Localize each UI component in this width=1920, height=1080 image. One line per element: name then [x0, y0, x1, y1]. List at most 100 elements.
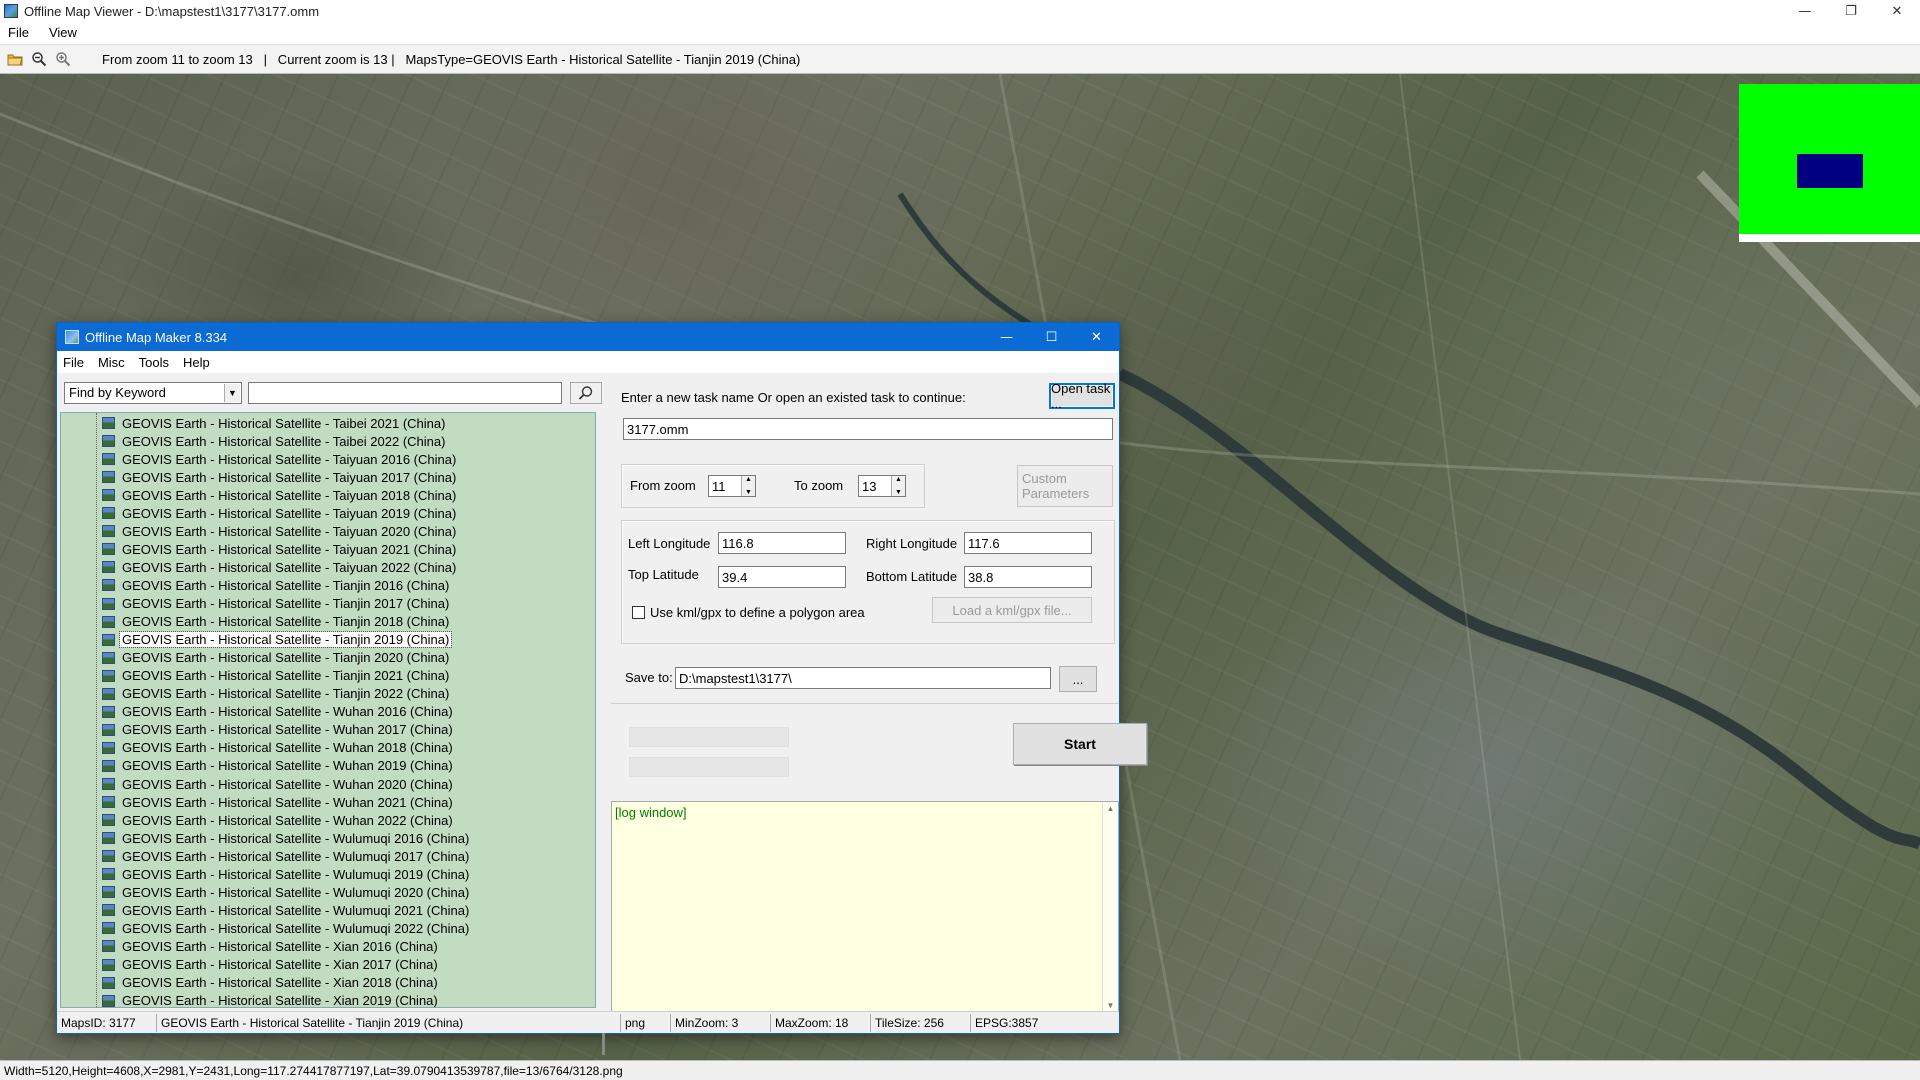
satellite-map-icon [102, 723, 115, 736]
satellite-map-icon [102, 832, 115, 845]
menu-view[interactable]: View [49, 25, 77, 40]
divider [611, 703, 1119, 704]
top-latitude-field[interactable]: 39.4 [718, 566, 846, 588]
tree-item[interactable]: GEOVIS Earth - Historical Satellite - Ta… [102, 486, 458, 504]
custom-parameters-button[interactable]: Custom Parameters [1017, 465, 1113, 507]
tree-item-label: GEOVIS Earth - Historical Satellite - Wu… [122, 902, 470, 918]
dialog-menu-help[interactable]: Help [183, 355, 210, 370]
tree-item[interactable]: GEOVIS Earth - Historical Satellite - Ti… [102, 595, 451, 613]
satellite-map-icon [102, 850, 115, 863]
viewer-toolbar: From zoom 11 to zoom 13 | Current zoom i… [0, 44, 1920, 74]
tree-item[interactable]: GEOVIS Earth - Historical Satellite - Ti… [102, 631, 453, 649]
menu-file[interactable]: File [8, 25, 29, 40]
tree-item[interactable]: GEOVIS Earth - Historical Satellite - Ta… [102, 540, 458, 558]
maps-tree[interactable]: GEOVIS Earth - Historical Satellite - Ta… [60, 412, 596, 1008]
tree-item[interactable]: GEOVIS Earth - Historical Satellite - Wu… [102, 703, 455, 721]
tree-item[interactable]: GEOVIS Earth - Historical Satellite - Ta… [102, 522, 458, 540]
tree-item[interactable]: GEOVIS Earth - Historical Satellite - Xi… [102, 956, 440, 974]
dialog-close-icon[interactable]: ✕ [1074, 323, 1119, 351]
log-window[interactable]: [log window] ▲ ▼ [611, 801, 1119, 1013]
tree-item[interactable]: GEOVIS Earth - Historical Satellite - Xi… [102, 937, 440, 955]
viewer-menubar: File View [0, 22, 1920, 42]
overview-viewport-rect[interactable] [1797, 154, 1863, 188]
tree-item[interactable]: GEOVIS Earth - Historical Satellite - Wu… [102, 919, 471, 937]
tree-item[interactable]: GEOVIS Earth - Historical Satellite - Ta… [102, 432, 447, 450]
dialog-titlebar[interactable]: Offline Map Maker 8.334 — ☐ ✕ [57, 323, 1119, 351]
tree-item[interactable]: GEOVIS Earth - Historical Satellite - Xi… [102, 992, 440, 1007]
tree-item[interactable]: GEOVIS Earth - Historical Satellite - Wu… [102, 847, 471, 865]
tree-item[interactable]: GEOVIS Earth - Historical Satellite - Wu… [102, 901, 471, 919]
keyword-input[interactable] [248, 382, 562, 404]
tree-item[interactable]: GEOVIS Earth - Historical Satellite - Wu… [102, 757, 455, 775]
save-path-field[interactable]: D:\mapstest1\3177\ [675, 667, 1051, 689]
overview-minimap[interactable] [1739, 84, 1920, 242]
tree-item[interactable]: GEOVIS Earth - Historical Satellite - Wu… [102, 793, 455, 811]
viewer-titlebar: Offline Map Viewer - D:\mapstest1\3177\3… [0, 0, 1920, 22]
bottom-latitude-label: Bottom Latitude [866, 569, 958, 584]
to-zoom-stepper[interactable]: 13 ▲ ▼ [858, 475, 906, 497]
tree-item-label: GEOVIS Earth - Historical Satellite - Ta… [122, 433, 446, 449]
satellite-map-icon [102, 796, 115, 809]
tree-item[interactable]: GEOVIS Earth - Historical Satellite - Xi… [102, 974, 440, 992]
satellite-map-icon [102, 741, 115, 754]
tree-item-label: GEOVIS Earth - Historical Satellite - Xi… [122, 938, 438, 954]
stepper-arrows-icon[interactable]: ▲ ▼ [891, 476, 905, 496]
tree-item[interactable]: GEOVIS Earth - Historical Satellite - Ti… [102, 649, 451, 667]
left-longitude-field[interactable]: 116.8 [718, 532, 846, 554]
zoom-in-icon[interactable] [54, 50, 72, 68]
open-folder-icon[interactable] [6, 50, 24, 68]
tree-item[interactable]: GEOVIS Earth - Historical Satellite - Wu… [102, 883, 471, 901]
toolbar-status-text: From zoom 11 to zoom 13 | Current zoom i… [102, 51, 801, 67]
tree-item[interactable]: GEOVIS Earth - Historical Satellite - Ta… [102, 450, 458, 468]
dialog-maximize-icon[interactable]: ☐ [1029, 323, 1074, 351]
bottom-latitude-field[interactable]: 38.8 [964, 566, 1092, 588]
tree-item[interactable]: GEOVIS Earth - Historical Satellite - Ta… [102, 504, 458, 522]
search-button[interactable] [570, 382, 602, 404]
restore-icon[interactable]: ❐ [1828, 0, 1874, 22]
close-icon[interactable]: ✕ [1874, 0, 1920, 22]
tree-item[interactable]: GEOVIS Earth - Historical Satellite - Ti… [102, 576, 451, 594]
tree-item-label: GEOVIS Earth - Historical Satellite - Wu… [122, 866, 470, 882]
tree-item[interactable]: GEOVIS Earth - Historical Satellite - Ti… [102, 685, 451, 703]
dialog-status-bar: MapsID: 3177 GEOVIS Earth - Historical S… [57, 1011, 1119, 1033]
open-task-button[interactable]: Open task ... [1049, 381, 1115, 411]
status-maps-id: MapsID: 3177 [57, 1013, 157, 1032]
tree-item[interactable]: GEOVIS Earth - Historical Satellite - Wu… [102, 775, 455, 793]
dialog-menu-file[interactable]: File [63, 355, 84, 370]
log-scrollbar[interactable]: ▲ ▼ [1102, 802, 1118, 1012]
task-name-field[interactable]: 3177.omm [623, 418, 1113, 440]
tree-item[interactable]: GEOVIS Earth - Historical Satellite - Ti… [102, 667, 451, 685]
use-kml-checkbox[interactable] [632, 606, 645, 619]
zoom-out-icon[interactable] [30, 50, 48, 68]
log-text: [log window] [615, 805, 687, 820]
dialog-menu-misc[interactable]: Misc [98, 355, 125, 370]
tree-item[interactable]: GEOVIS Earth - Historical Satellite - Ta… [102, 414, 447, 432]
load-kml-button[interactable]: Load a kml/gpx file... [932, 597, 1092, 623]
tree-item[interactable]: GEOVIS Earth - Historical Satellite - Wu… [102, 865, 471, 883]
satellite-map-icon [102, 597, 115, 610]
chevron-down-icon[interactable]: ▼ [224, 384, 240, 402]
dialog-minimize-icon[interactable]: — [984, 323, 1029, 351]
start-button[interactable]: Start [1013, 723, 1147, 765]
satellite-map-icon [102, 507, 115, 520]
tree-item[interactable]: GEOVIS Earth - Historical Satellite - Ti… [102, 613, 451, 631]
tree-item[interactable]: GEOVIS Earth - Historical Satellite - Wu… [102, 811, 455, 829]
dialog-menu-tools[interactable]: Tools [139, 355, 169, 370]
tree-item-label: GEOVIS Earth - Historical Satellite - Ta… [122, 505, 457, 521]
from-zoom-stepper[interactable]: 11 ▲ ▼ [708, 475, 756, 497]
right-longitude-field[interactable]: 117.6 [964, 532, 1092, 554]
minimize-icon[interactable]: — [1782, 0, 1828, 22]
tree-item-label: GEOVIS Earth - Historical Satellite - Wu… [122, 848, 470, 864]
satellite-map-icon [102, 976, 115, 989]
tree-item[interactable]: GEOVIS Earth - Historical Satellite - Wu… [102, 829, 471, 847]
tree-item-label: GEOVIS Earth - Historical Satellite - Wu… [122, 704, 453, 720]
stepper-arrows-icon[interactable]: ▲ ▼ [741, 476, 755, 496]
tree-item-label: GEOVIS Earth - Historical Satellite - Ti… [122, 614, 450, 630]
search-mode-select[interactable]: Find by Keyword ▼ [64, 382, 242, 404]
satellite-map-icon [102, 922, 115, 935]
tree-item[interactable]: GEOVIS Earth - Historical Satellite - Wu… [102, 721, 455, 739]
tree-item[interactable]: GEOVIS Earth - Historical Satellite - Wu… [102, 739, 455, 757]
tree-item[interactable]: GEOVIS Earth - Historical Satellite - Ta… [102, 558, 458, 576]
browse-button[interactable]: ... [1059, 666, 1097, 692]
tree-item[interactable]: GEOVIS Earth - Historical Satellite - Ta… [102, 468, 458, 486]
